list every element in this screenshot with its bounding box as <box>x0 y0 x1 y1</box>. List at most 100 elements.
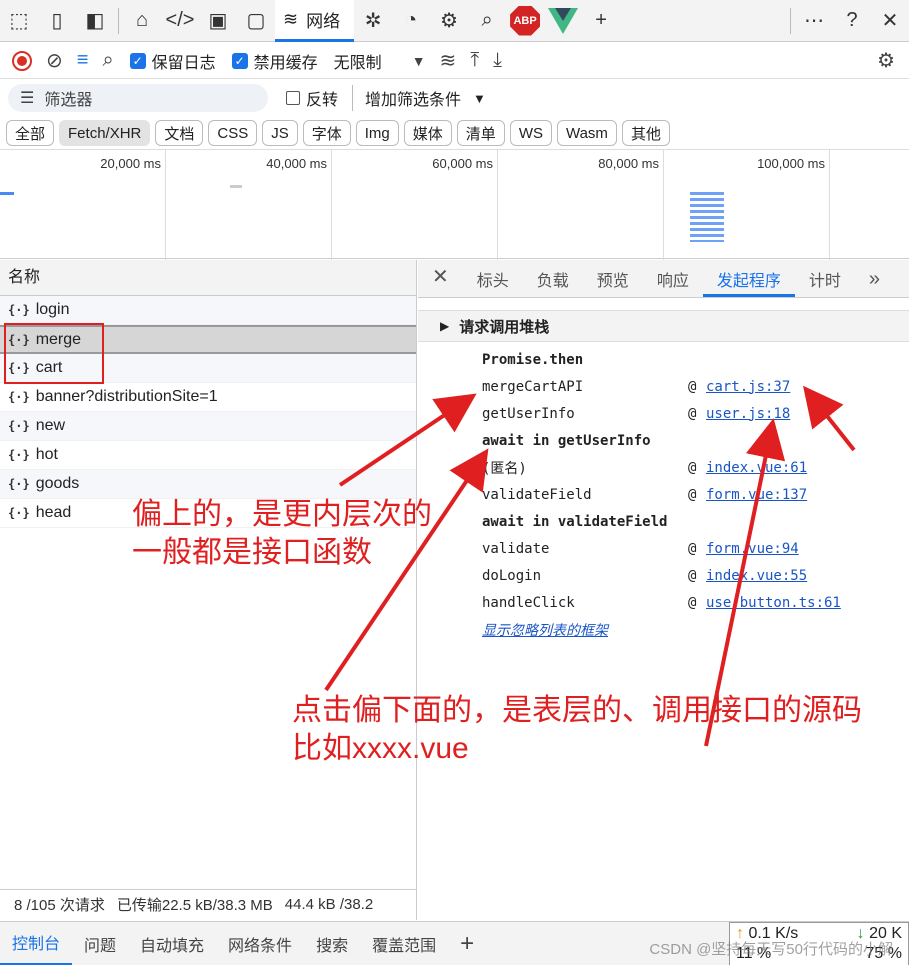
close-icon[interactable]: ✕ <box>871 2 909 40</box>
inspect-element-icon[interactable]: ⬚ <box>0 2 38 40</box>
drawer-tab[interactable]: 问题 <box>72 922 128 965</box>
detail-tab[interactable]: 计时 <box>795 267 855 297</box>
request-row[interactable]: {·} goods <box>0 470 416 499</box>
chevron-down-icon[interactable]: ▼ <box>412 53 426 69</box>
sources-icon[interactable]: ▢ <box>237 2 275 40</box>
at-sign: @ <box>688 459 697 476</box>
memory-chip-icon[interactable]: ⚙ <box>430 2 468 40</box>
timeline-tick: 80,000 ms <box>498 150 664 260</box>
performance-gauge-icon[interactable]: ◔ <box>392 2 430 40</box>
source-link[interactable]: cart.js:37 <box>706 379 790 395</box>
type-chip[interactable]: 其他 <box>621 120 670 146</box>
filter-toggle-icon[interactable]: ≡ <box>77 49 89 72</box>
source-link[interactable]: user.js:18 <box>706 406 790 422</box>
more-filters-label: 增加筛选条件 <box>365 92 462 109</box>
function-name: validate <box>482 540 550 557</box>
drawer-tab[interactable]: 搜索 <box>304 922 360 965</box>
vue-devtools-tab[interactable] <box>544 2 582 40</box>
type-chip[interactable]: WS <box>509 120 552 146</box>
console-icon[interactable]: ▣ <box>199 2 237 40</box>
at-sign: @ <box>688 405 697 422</box>
more-filters-dropdown[interactable]: 增加筛选条件 ▼ <box>365 86 486 110</box>
detail-tab[interactable]: 标头 <box>463 267 523 297</box>
clear-icon[interactable]: ⊘ <box>46 48 63 73</box>
type-chip[interactable]: Wasm <box>556 120 617 146</box>
type-chip[interactable]: JS <box>262 120 298 146</box>
drawer-tab[interactable]: 控制台 <box>0 922 73 965</box>
name-column-header[interactable]: 名称 <box>0 260 416 296</box>
record-dot-icon <box>17 55 27 66</box>
search-icon[interactable]: ⌕ <box>468 2 506 40</box>
search-icon[interactable]: ⌕ <box>102 49 113 72</box>
call-stack-section-header[interactable]: ▶ 请求调用堆栈 <box>418 310 909 342</box>
invert-checkbox[interactable]: 反转 <box>286 86 338 110</box>
drawer-tab[interactable]: 自动填充 <box>128 922 216 965</box>
async-label: await in getUserInfo <box>482 432 651 449</box>
timeline-tick: 40,000 ms <box>166 150 332 260</box>
show-ignored-frames-link[interactable]: 显示忽略列表的框架 <box>482 620 608 640</box>
call-stack-frames: Promise.then mergeCartAPI @ cart.js:37 getUs… <box>482 346 902 643</box>
request-row[interactable]: {·} hot <box>0 441 416 470</box>
bug-icon[interactable]: ✲ <box>354 2 392 40</box>
timeline-bar <box>0 192 14 195</box>
request-row[interactable]: {·} new <box>0 412 416 441</box>
source-link[interactable]: form.vue:137 <box>706 487 807 503</box>
elements-icon[interactable]: </> <box>161 2 199 40</box>
disable-cache-checkbox[interactable]: ✓ 禁用缓存 <box>231 49 318 73</box>
network-conditions-icon[interactable]: ≋ <box>440 48 457 73</box>
annotation-top-line2: 一般都是接口函数 <box>132 536 372 569</box>
more-options-icon[interactable]: ⋯ <box>795 2 833 40</box>
annotation-bottom-line1: 点击偏下面的，是表层的、调用接口的源码 <box>292 694 862 727</box>
record-button[interactable] <box>12 50 32 71</box>
add-drawer-tab-icon[interactable]: + <box>448 922 486 965</box>
welcome-home-icon[interactable]: ⌂ <box>123 2 161 40</box>
dock-side-icon[interactable]: ◧ <box>76 2 114 40</box>
preserve-log-checkbox[interactable]: ✓ 保留日志 <box>129 49 216 73</box>
source-link[interactable]: index.vue:55 <box>706 568 807 584</box>
export-har-icon[interactable]: ⤓ <box>493 49 502 72</box>
import-har-icon[interactable]: ⤒ <box>470 49 479 72</box>
drawer-tab[interactable]: 覆盖范围 <box>360 922 448 965</box>
request-count: 8 /105 次请求 <box>14 897 105 914</box>
tab-network-label: 网络 <box>306 11 341 31</box>
detail-tab[interactable]: 负载 <box>523 267 583 297</box>
detail-tab[interactable]: 响应 <box>643 267 703 297</box>
devtools-top-tabbar: ⬚ ▯ ◧ ⌂ </> ▣ ▢ ≋ 网络 ✲ ◔ ⚙ ⌕ ABP + ⋯ ? ✕ <box>0 0 909 42</box>
throttle-select[interactable]: 无限制 <box>334 49 382 73</box>
timeline-tick: 20,000 ms <box>0 150 166 260</box>
timeline-overview[interactable]: 20,000 ms 40,000 ms 60,000 ms 80,000 ms … <box>0 149 909 260</box>
type-chip[interactable]: 清单 <box>456 120 505 146</box>
filter-icon: ☰ <box>20 90 35 107</box>
add-tab-icon[interactable]: + <box>582 2 620 40</box>
source-link[interactable]: index.vue:61 <box>706 460 807 476</box>
chevron-down-icon: ▼ <box>473 90 486 106</box>
status-bar: 8 /105 次请求 已传输22.5 kB/38.3 MB 44.4 kB /3… <box>0 889 417 919</box>
close-icon[interactable]: ✕ <box>418 264 463 297</box>
source-link[interactable]: form.vue:94 <box>706 541 799 557</box>
device-toolbar-icon[interactable]: ▯ <box>38 2 76 40</box>
detail-tab[interactable]: 预览 <box>583 267 643 297</box>
detail-tab[interactable]: 发起程序 <box>702 267 795 297</box>
request-row[interactable]: {·} login <box>0 296 416 325</box>
type-chip[interactable]: 媒体 <box>403 120 452 146</box>
tab-network[interactable]: ≋ 网络 <box>275 0 355 42</box>
type-chip[interactable]: Fetch/XHR <box>59 120 151 146</box>
async-boundary: await in getUserInfo <box>482 427 902 454</box>
at-sign: @ <box>688 567 697 584</box>
type-chip[interactable]: 字体 <box>302 120 351 146</box>
async-boundary: Promise.then <box>482 346 902 373</box>
detail-tabs: 标头 负载 预览 响应 发起程序 计时 <box>463 267 855 297</box>
type-chip[interactable]: Img <box>355 120 399 146</box>
timeline-cluster <box>690 192 724 242</box>
filter-input[interactable]: ☰ 筛选器 <box>8 84 268 112</box>
source-link[interactable]: use-button.ts:61 <box>706 595 841 611</box>
type-chip[interactable]: 文档 <box>155 120 204 146</box>
help-icon[interactable]: ? <box>833 2 871 40</box>
type-chip[interactable]: CSS <box>208 120 258 146</box>
type-chip[interactable]: 全部 <box>6 120 55 146</box>
request-row[interactable]: {·} banner?distributionSite=1 <box>0 383 416 412</box>
abp-extension-tab[interactable]: ABP <box>506 2 544 40</box>
settings-gear-icon[interactable]: ⚙ <box>877 48 895 73</box>
drawer-tab[interactable]: 网络条件 <box>216 922 304 965</box>
more-tabs-icon[interactable]: » <box>855 268 894 297</box>
